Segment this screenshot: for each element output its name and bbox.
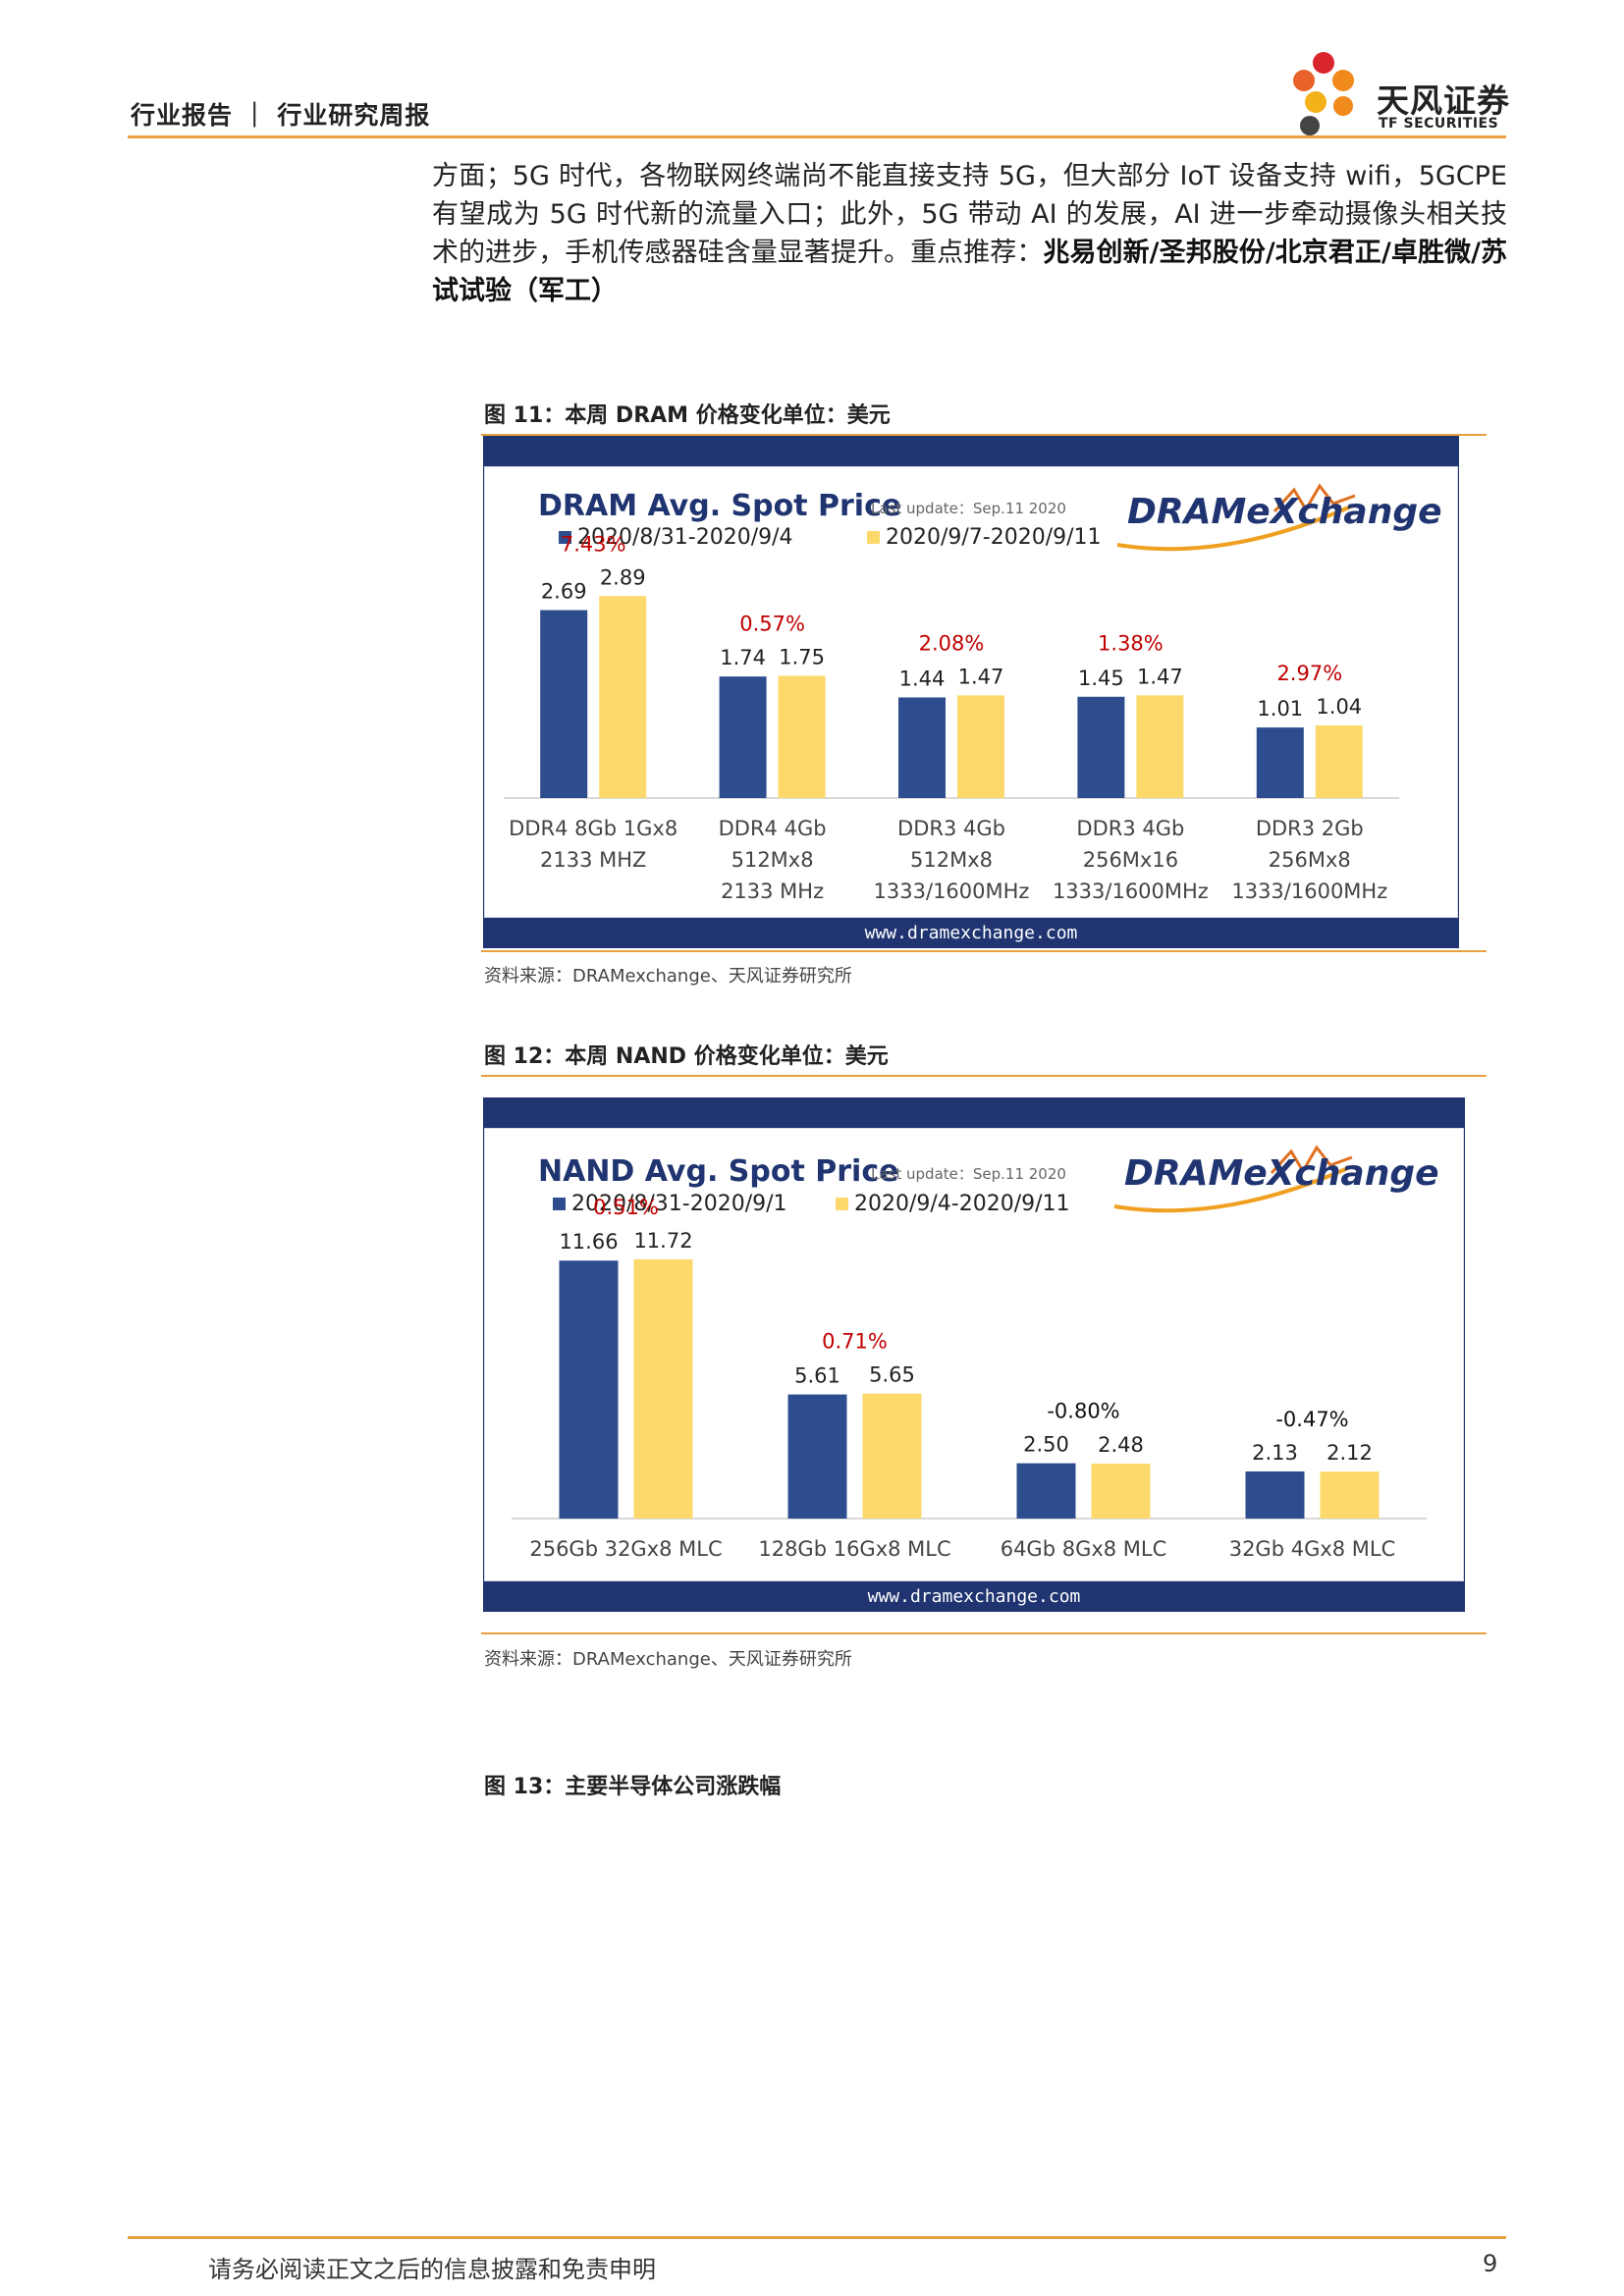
data-label: 2.12 xyxy=(1326,1441,1373,1465)
bar xyxy=(957,695,1004,798)
bar xyxy=(1091,1464,1151,1519)
data-label: 5.65 xyxy=(869,1363,915,1387)
bar xyxy=(1136,695,1184,798)
data-label: 11.72 xyxy=(633,1229,692,1253)
data-label: 5.61 xyxy=(794,1364,840,1388)
nand-chart-footer-url: www.dramexchange.com xyxy=(867,1586,1081,1607)
bar xyxy=(1016,1463,1076,1519)
category-label: 1333/1600MHz xyxy=(1231,880,1387,903)
chart-title: DRAM Avg. Spot Price xyxy=(538,489,901,523)
logo-cn-text: 天风证券 xyxy=(1377,81,1510,120)
data-label: 2.69 xyxy=(541,580,587,604)
category-label: 256Mx16 xyxy=(1083,848,1178,872)
category-label: DDR3 4Gb xyxy=(897,817,1005,840)
nand-chart-frame: NAND Avg. Spot Price Last update：Sep.11 2… xyxy=(483,1097,1465,1612)
legend-swatch xyxy=(867,531,880,544)
data-label: 11.66 xyxy=(559,1230,618,1254)
bar xyxy=(787,1394,847,1519)
figure-12-source: 资料来源：DRAMexchange、天风证券研究所 xyxy=(484,1649,852,1670)
bar xyxy=(599,596,647,798)
category-label: 2133 MHz xyxy=(721,880,824,903)
bar xyxy=(559,1260,619,1519)
legend-swatch xyxy=(836,1198,848,1210)
bar xyxy=(898,697,946,798)
data-label: 1.04 xyxy=(1316,695,1362,719)
data-label: 1.74 xyxy=(720,646,766,669)
category-label: 128Gb 16Gx8 MLC xyxy=(758,1537,950,1561)
report-category: 行业报告 ｜ 行业研究周报 xyxy=(131,101,431,130)
figure-11-source: 资料来源：DRAMexchange、天风证券研究所 xyxy=(484,966,852,987)
figure-11-bottom-line xyxy=(481,950,1487,952)
data-label: 1.44 xyxy=(899,667,946,691)
dram-bar-chart: DRAM Avg. Spot PriceLast update：Sep.11 2… xyxy=(504,483,1442,903)
category-label: DDR4 4Gb xyxy=(719,817,827,840)
category-label: 1333/1600MHz xyxy=(874,880,1030,903)
category-label: 64Gb 8Gx8 MLC xyxy=(1001,1537,1167,1561)
figure-13-caption: 图 13：主要半导体公司涨跌幅 xyxy=(484,1775,782,1799)
figure-12-caption-line xyxy=(481,1075,1487,1077)
category-label: 2133 MHZ xyxy=(540,848,646,872)
change-label: 0.71% xyxy=(822,1330,888,1354)
category-label: DDR3 4Gb xyxy=(1076,817,1184,840)
nand-bar-chart: NAND Avg. Spot PriceLast update：Sep.11 2… xyxy=(512,1145,1439,1561)
category-label: DDR3 2Gb xyxy=(1256,817,1364,840)
figure-11-caption: 图 11：本周 DRAM 价格变化单位：美元 xyxy=(484,403,891,428)
change-label: 7.43% xyxy=(561,532,626,556)
header-divider xyxy=(128,135,1506,138)
change-label: 2.08% xyxy=(919,631,985,655)
body-paragraph: 方面；5G 时代，各物联网终端尚不能直接支持 5G，但大部分 IoT 设备支持 … xyxy=(432,157,1507,310)
chart-brand: DRAMeXchange xyxy=(1124,1153,1439,1194)
legend-swatch xyxy=(553,1198,566,1210)
data-label: 1.01 xyxy=(1257,697,1303,721)
category-label: DDR4 8Gb 1Gx8 xyxy=(509,817,677,840)
dram-chart-frame: DRAM Avg. Spot Price Last update：Sep.11 2… xyxy=(483,436,1459,948)
category-label: 256Mx8 xyxy=(1269,848,1351,872)
change-label: 0.51% xyxy=(593,1196,659,1219)
bar xyxy=(633,1258,693,1519)
chart-subtitle: Last update：Sep.11 2020 xyxy=(871,500,1066,517)
bar xyxy=(540,610,588,798)
figure-12-bottom-line xyxy=(481,1632,1487,1634)
data-label: 2.89 xyxy=(600,565,646,589)
chart-title: NAND Avg. Spot Price xyxy=(538,1154,898,1189)
data-label: 2.48 xyxy=(1098,1433,1144,1457)
change-label: -0.80% xyxy=(1047,1400,1119,1423)
dram-chart-footer-url: www.dramexchange.com xyxy=(864,923,1078,943)
bar xyxy=(719,676,767,798)
category-label: 256Gb 32Gx8 MLC xyxy=(529,1537,722,1561)
data-label: 2.50 xyxy=(1023,1433,1069,1457)
category-label: 512Mx8 xyxy=(731,848,814,872)
legend-label: 2020/9/4-2020/9/11 xyxy=(854,1192,1070,1216)
data-label: 2.13 xyxy=(1252,1441,1298,1465)
bar xyxy=(1245,1471,1305,1519)
bar xyxy=(1315,724,1363,798)
change-label: -0.47% xyxy=(1275,1408,1348,1431)
change-label: 1.38% xyxy=(1098,631,1164,655)
category-label: 1333/1600MHz xyxy=(1053,880,1209,903)
chart-brand: DRAMeXchange xyxy=(1127,492,1442,532)
footer-divider xyxy=(128,2236,1506,2239)
data-label: 1.75 xyxy=(779,645,825,668)
data-label: 1.47 xyxy=(958,665,1004,688)
legend-label: 2020/9/7-2020/9/11 xyxy=(886,525,1102,550)
category-label: 512Mx8 xyxy=(910,848,993,872)
bar xyxy=(1320,1471,1380,1519)
bar xyxy=(1256,727,1304,798)
bar xyxy=(862,1393,922,1519)
category-label: 32Gb 4Gx8 MLC xyxy=(1229,1537,1396,1561)
data-label: 1.47 xyxy=(1137,665,1183,688)
bar xyxy=(1077,696,1125,798)
change-label: 0.57% xyxy=(739,612,805,635)
chart-subtitle: Last update：Sep.11 2020 xyxy=(871,1165,1066,1183)
page-number: 9 xyxy=(1483,2250,1498,2277)
figure-12-caption: 图 12：本周 NAND 价格变化单位：美元 xyxy=(484,1044,889,1069)
data-label: 1.45 xyxy=(1078,667,1124,690)
footer-disclaimer: 请务必阅读正文之后的信息披露和免责申明 xyxy=(208,2256,656,2283)
change-label: 2.97% xyxy=(1276,662,1342,685)
bar xyxy=(778,675,826,798)
logo-en-text: TF SECURITIES xyxy=(1379,116,1499,132)
